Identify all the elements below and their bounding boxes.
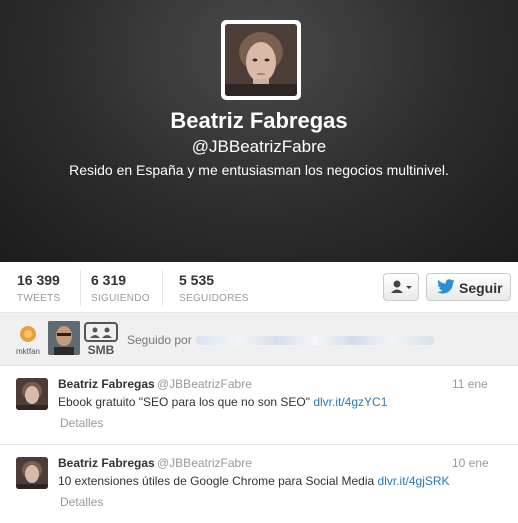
stat-following-label: SIGUIENDO <box>91 293 150 304</box>
tweet-item[interactable]: Beatriz Fabregas @JBBeatrizFabre 10 ene … <box>0 445 518 523</box>
profile-avatar[interactable] <box>221 20 301 100</box>
stat-divider <box>80 270 81 306</box>
tweet-date[interactable]: 10 ene <box>452 456 489 470</box>
tweet-details-link[interactable]: Detalles <box>60 495 103 509</box>
profile-bio: Resido en España y me entusiasman los ne… <box>69 162 449 178</box>
tweet-author-handle[interactable]: @JBBeatrizFabre <box>157 456 252 470</box>
stat-following-value: 6 319 <box>91 272 127 288</box>
stat-tweets-value: 16 399 <box>17 272 60 288</box>
tweet-author-name[interactable]: Beatriz Fabregas <box>58 377 155 391</box>
stat-following[interactable]: 6 319 SIGUIENDO <box>91 272 150 304</box>
smb-logo-icon: SMB <box>84 322 118 357</box>
profile-name: Beatriz Fabregas <box>170 108 348 133</box>
tweet-body: 10 extensiones útiles de Google Chrome p… <box>58 474 375 488</box>
tweet-avatar[interactable] <box>16 378 48 410</box>
tweet-author-name[interactable]: Beatriz Fabregas <box>58 456 155 470</box>
follow-button-label: Seguir <box>459 280 503 296</box>
twitter-bird-icon <box>437 279 455 294</box>
tweet-details-link[interactable]: Detalles <box>60 416 103 430</box>
tweet-item[interactable]: Beatriz Fabregas @JBBeatrizFabre 11 ene … <box>0 366 518 444</box>
stat-divider <box>162 270 163 306</box>
stat-followers-label: SEGUIDORES <box>179 293 249 304</box>
tweet-link[interactable]: dlvr.it/4gzYC1 <box>313 395 387 409</box>
profile-handle: @JBBeatrizFabre <box>191 137 327 156</box>
stat-tweets[interactable]: 16 399 TWEETS <box>17 272 60 304</box>
tweet-link[interactable]: dlvr.it/4gjSRK <box>378 474 450 488</box>
tweet-body: Ebook gratuito "SEO para los que no son … <box>58 395 310 409</box>
tweet-avatar-photo <box>16 457 48 489</box>
follow-button[interactable]: Seguir <box>426 273 511 301</box>
profile-header: Beatriz Fabregas @JBBeatrizFabre Resido … <box>0 0 518 262</box>
avatar-photo <box>225 24 297 96</box>
tweet-text: 10 extensiones útiles de Google Chrome p… <box>58 474 450 488</box>
mktfan-logo[interactable]: mktfan <box>10 321 46 357</box>
mktfan-logo-text: mktfan <box>16 347 40 356</box>
tweet-avatar-photo <box>16 378 48 410</box>
user-actions-button[interactable] <box>383 273 419 301</box>
tweet-avatar[interactable] <box>16 457 48 489</box>
redacted-names <box>196 336 434 345</box>
stat-followers[interactable]: 5 535 SEGUIDORES <box>179 272 249 304</box>
smb-logo[interactable]: SMB <box>84 322 118 357</box>
tweet-author-handle[interactable]: @JBBeatrizFabre <box>157 377 252 391</box>
stat-tweets-label: TWEETS <box>17 293 61 304</box>
follower-photo <box>48 321 80 355</box>
mktfan-logo-icon: mktfan <box>16 326 40 356</box>
follower-avatar[interactable] <box>48 321 80 355</box>
tweet-text: Ebook gratuito "SEO para los que no son … <box>58 395 387 409</box>
user-dropdown-icon <box>391 280 412 293</box>
smb-logo-text: SMB <box>88 343 115 356</box>
stat-followers-value: 5 535 <box>179 272 215 288</box>
tweet-date[interactable]: 11 ene <box>452 377 488 391</box>
followed-by-text: Seguido por <box>127 333 192 347</box>
